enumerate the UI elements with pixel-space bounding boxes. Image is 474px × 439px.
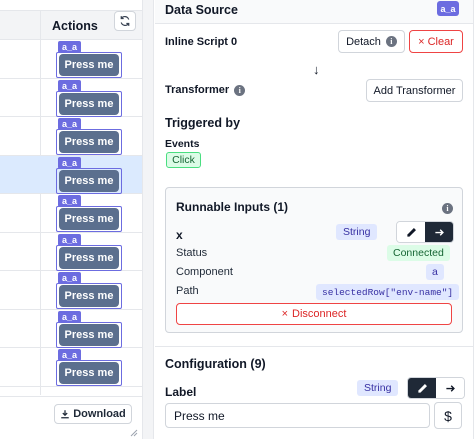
input-mode-toggle xyxy=(396,221,454,243)
press-me-button[interactable]: Press me xyxy=(59,131,119,153)
component-id-tag: a_a xyxy=(58,310,82,323)
static-mode-toggle[interactable] xyxy=(397,222,425,242)
type-badge: String xyxy=(336,224,378,240)
table-row[interactable]: a_a Press me xyxy=(0,194,142,233)
table-row[interactable]: a_a Press me xyxy=(0,155,142,194)
path-label: Path xyxy=(176,285,199,297)
arrow-right-icon xyxy=(434,228,444,236)
clear-label: Clear xyxy=(427,35,454,48)
download-icon xyxy=(61,410,69,419)
refresh-button[interactable] xyxy=(114,11,136,31)
triggered-by-title: Triggered by xyxy=(165,116,241,130)
table-row[interactable]: a_a Press me xyxy=(0,310,142,348)
info-icon: i xyxy=(442,203,453,214)
static-mode-toggle[interactable] xyxy=(408,378,436,398)
label-mode-toggle xyxy=(407,377,465,399)
status-label: Status xyxy=(176,247,208,259)
disconnect-button[interactable]: × Disconnect xyxy=(176,303,452,325)
connect-mode-toggle[interactable] xyxy=(425,222,453,242)
table-row[interactable]: a_a Press me xyxy=(0,233,142,271)
transformer-section: Transformer i xyxy=(165,84,246,96)
runnable-inputs-card: Runnable Inputs (1) i x String Status Co… xyxy=(165,187,463,333)
press-me-button[interactable]: Press me xyxy=(59,54,119,76)
press-me-button[interactable]: Press me xyxy=(59,246,119,269)
press-me-button[interactable]: Press me xyxy=(59,169,119,192)
press-me-button[interactable]: Press me xyxy=(59,208,119,230)
resize-handle-icon[interactable] xyxy=(130,429,138,437)
input-name: x xyxy=(176,228,183,242)
path-badge: selectedRow["env-name"] xyxy=(316,284,460,300)
component-id-tag: a_a xyxy=(58,79,82,92)
panel-title: Data Source xyxy=(165,3,238,17)
press-me-button[interactable]: Press me xyxy=(59,285,119,307)
pencil-icon xyxy=(417,383,427,393)
detach-label: Detach xyxy=(346,35,381,48)
component-label: Component xyxy=(176,266,233,278)
section-divider xyxy=(155,346,474,347)
table-component: Actions a_a Press me a_a Press me a_a Press m… xyxy=(0,0,142,439)
scrollbar[interactable] xyxy=(142,0,154,439)
transformer-label: Transformer xyxy=(165,84,230,96)
press-me-button[interactable]: Press me xyxy=(59,323,119,346)
label-type-badge: String xyxy=(357,380,399,396)
download-button[interactable]: Download xyxy=(54,404,132,424)
runnable-inputs-title: Runnable Inputs (1) xyxy=(176,200,288,214)
close-icon: × xyxy=(281,308,288,320)
status-badge: Connected xyxy=(387,245,450,261)
configuration-title: Configuration (9) xyxy=(165,357,266,371)
label-field-title: Label xyxy=(165,385,197,399)
disconnect-label: Disconnect xyxy=(292,308,347,320)
inline-script-label: Inline Script 0 xyxy=(165,36,238,48)
component-id-tag: a_a xyxy=(58,156,82,169)
download-label: Download xyxy=(73,408,126,420)
press-me-button[interactable]: Press me xyxy=(59,362,119,384)
clear-button[interactable]: × Clear xyxy=(409,30,463,53)
connect-mode-toggle[interactable] xyxy=(436,378,464,398)
expression-button[interactable]: $ xyxy=(434,402,462,429)
press-me-button[interactable]: Press me xyxy=(59,92,119,115)
component-id-tag: a_a xyxy=(58,233,82,246)
component-badge: a xyxy=(426,264,444,280)
actions-column-header: Actions xyxy=(52,19,98,33)
component-id-badge: a_a xyxy=(437,1,459,16)
info-icon: i xyxy=(385,36,397,47)
table-row[interactable]: a_a Press me xyxy=(0,79,142,117)
table-row[interactable]: a_a Press me xyxy=(0,40,142,79)
close-icon: × xyxy=(418,35,425,48)
info-icon: i xyxy=(234,84,246,96)
table-row[interactable]: a_a Press me xyxy=(0,117,142,156)
refresh-icon xyxy=(120,16,130,26)
click-event-badge: Click xyxy=(166,152,201,168)
table-row[interactable]: a_a Press me xyxy=(0,271,142,310)
label-input[interactable] xyxy=(165,403,430,428)
panel-header: Data Source a_a xyxy=(155,0,474,24)
arrow-down-icon: ↓ xyxy=(313,62,320,77)
properties-panel: Data Source a_a Inline Script 0 Detach i… xyxy=(155,0,474,439)
add-transformer-button[interactable]: Add Transformer xyxy=(366,79,463,102)
detach-button[interactable]: Detach i xyxy=(338,30,405,53)
pencil-icon xyxy=(406,227,416,237)
table-row[interactable]: a_a Press me xyxy=(0,348,142,387)
arrow-right-icon xyxy=(445,384,455,392)
events-label: Events xyxy=(165,138,200,150)
